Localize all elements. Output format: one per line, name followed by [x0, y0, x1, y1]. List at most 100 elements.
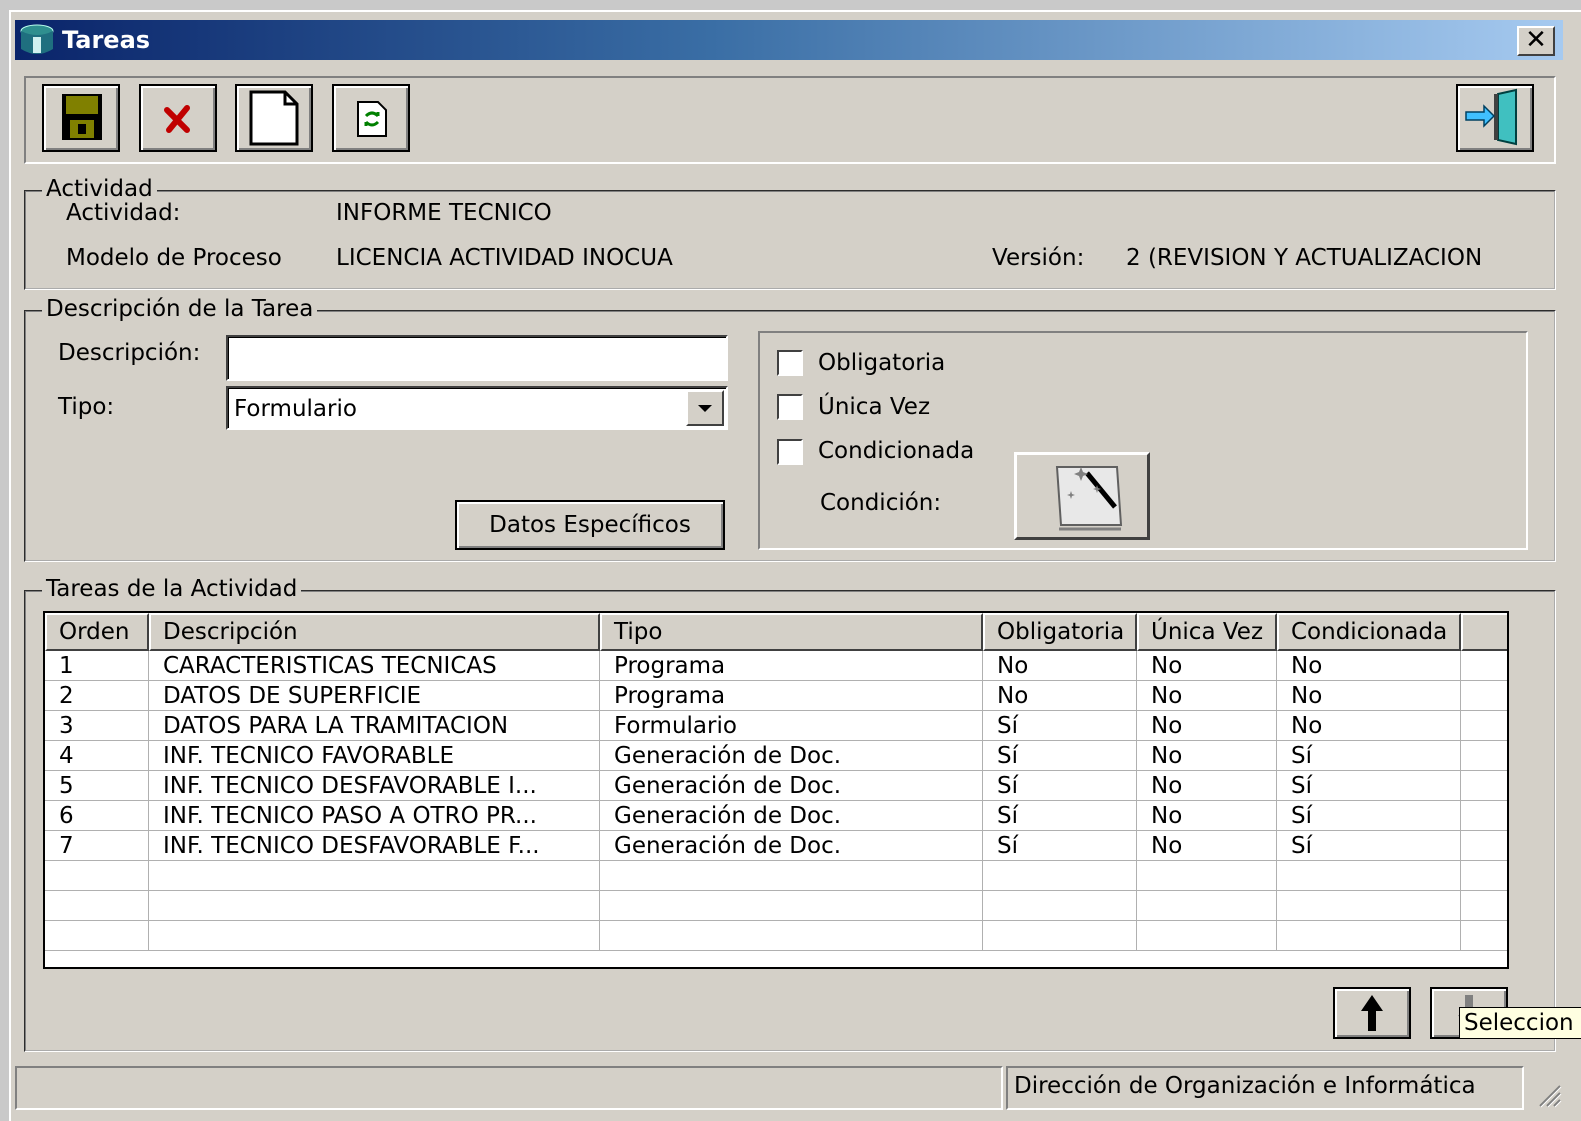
- cell-obligatoria: [983, 861, 1137, 891]
- cell-tipo: Formulario: [600, 711, 983, 741]
- cell-filler: [1461, 681, 1507, 711]
- cell-orden: [45, 891, 149, 921]
- move-up-button[interactable]: [1333, 987, 1411, 1039]
- cell-orden: 1: [45, 651, 149, 681]
- col-header-tipo[interactable]: Tipo: [600, 613, 983, 651]
- cell-tipo: [600, 891, 983, 921]
- cell-descripcion: [149, 861, 600, 891]
- cell-condicionada: [1277, 861, 1461, 891]
- cell-unica-vez: No: [1137, 801, 1277, 831]
- cell-descripcion: [149, 891, 600, 921]
- cell-tipo: [600, 921, 983, 951]
- cell-condicionada: No: [1277, 681, 1461, 711]
- version-label: Versión:: [992, 245, 1085, 271]
- cell-descripcion: INF. TECNICO FAVORABLE: [149, 741, 600, 771]
- tipo-label: Tipo:: [58, 394, 115, 420]
- status-right: Dirección de Organización e Informática: [1006, 1066, 1524, 1110]
- col-header-condicionada[interactable]: Condicionada: [1277, 613, 1461, 651]
- exit-door-icon: [1465, 88, 1517, 146]
- cell-tipo: Programa: [600, 651, 983, 681]
- cell-orden: 5: [45, 771, 149, 801]
- new-button[interactable]: [235, 84, 313, 152]
- save-button[interactable]: [42, 84, 120, 152]
- condicion-label: Condición:: [820, 490, 942, 516]
- cell-obligatoria: [983, 921, 1137, 951]
- cell-tipo: Generación de Doc.: [600, 801, 983, 831]
- cell-unica-vez: [1137, 891, 1277, 921]
- cell-unica-vez: No: [1137, 651, 1277, 681]
- condicion-button[interactable]: [1014, 452, 1150, 540]
- condicionada-label: Condicionada: [818, 438, 975, 464]
- cell-obligatoria: [983, 891, 1137, 921]
- cell-obligatoria: Sí: [983, 771, 1137, 801]
- cell-unica-vez: No: [1137, 711, 1277, 741]
- datos-especificos-button[interactable]: Datos Específicos: [455, 500, 725, 550]
- cell-filler: [1461, 921, 1507, 951]
- col-header-orden[interactable]: Orden: [45, 613, 149, 651]
- tareas-legend: Tareas de la Actividad: [42, 576, 302, 602]
- refresh-icon: [357, 101, 387, 137]
- tareas-table[interactable]: Orden Descripción Tipo Obligatoria Única…: [43, 611, 1509, 969]
- unica-vez-label: Única Vez: [818, 394, 931, 420]
- cell-unica-vez: [1137, 921, 1277, 951]
- chevron-down-icon: [698, 405, 712, 412]
- title-bar[interactable]: [15, 20, 1563, 60]
- col-header-unica-vez[interactable]: Única Vez: [1137, 613, 1277, 651]
- cell-tipo: [600, 861, 983, 891]
- cell-filler: [1461, 861, 1507, 891]
- actividad-value: INFORME TECNICO: [336, 200, 552, 226]
- cell-condicionada: No: [1277, 651, 1461, 681]
- cell-filler: [1461, 801, 1507, 831]
- cell-descripcion: DATOS DE SUPERFICIE: [149, 681, 600, 711]
- cell-descripcion: [149, 921, 600, 951]
- arrow-up-icon: [1361, 995, 1383, 1031]
- cell-descripcion: INF. TECNICO PASO A OTRO PR...: [149, 801, 600, 831]
- obligatoria-label: Obligatoria: [818, 350, 946, 376]
- cell-obligatoria: Sí: [983, 801, 1137, 831]
- cell-descripcion: CARACTERISTICAS TECNICAS: [149, 651, 600, 681]
- cell-descripcion: DATOS PARA LA TRAMITACION: [149, 711, 600, 741]
- cell-orden: 6: [45, 801, 149, 831]
- exit-button[interactable]: [1456, 84, 1534, 152]
- cell-condicionada: Sí: [1277, 831, 1461, 861]
- cell-unica-vez: No: [1137, 831, 1277, 861]
- cell-unica-vez: No: [1137, 771, 1277, 801]
- window-title: Tareas: [62, 26, 151, 54]
- magic-wand-icon: [1055, 466, 1123, 531]
- cell-filler: [1461, 831, 1507, 861]
- cell-descripcion: INF. TECNICO DESFAVORABLE F...: [149, 831, 600, 861]
- delete-button[interactable]: [139, 84, 217, 152]
- obligatoria-checkbox[interactable]: [777, 350, 803, 376]
- cell-condicionada: Sí: [1277, 771, 1461, 801]
- tipo-selected-value: Formulario: [234, 396, 357, 422]
- cell-orden: 3: [45, 711, 149, 741]
- cell-condicionada: Sí: [1277, 801, 1461, 831]
- cell-obligatoria: No: [983, 681, 1137, 711]
- cell-tipo: Generación de Doc.: [600, 771, 983, 801]
- new-document-icon: [249, 90, 299, 146]
- cell-descripcion: INF. TECNICO DESFAVORABLE I...: [149, 771, 600, 801]
- cell-filler: [1461, 771, 1507, 801]
- descripcion-input[interactable]: [226, 335, 728, 381]
- cell-filler: [1461, 891, 1507, 921]
- cell-filler: [1461, 711, 1507, 741]
- tipo-dropdown-button[interactable]: [686, 390, 724, 426]
- cell-orden: 2: [45, 681, 149, 711]
- col-header-obligatoria[interactable]: Obligatoria: [983, 613, 1137, 651]
- cell-unica-vez: No: [1137, 681, 1277, 711]
- cell-condicionada: [1277, 891, 1461, 921]
- condicionada-checkbox[interactable]: [777, 439, 803, 465]
- refresh-button[interactable]: [332, 84, 410, 152]
- tooltip: Seleccion: [1459, 1007, 1581, 1039]
- cell-tipo: Programa: [600, 681, 983, 711]
- tipo-select[interactable]: Formulario: [226, 386, 728, 430]
- cell-obligatoria: Sí: [983, 711, 1137, 741]
- resize-grip-icon[interactable]: [1534, 1080, 1562, 1108]
- cell-orden: 7: [45, 831, 149, 861]
- unica-vez-checkbox[interactable]: [777, 394, 803, 420]
- cell-obligatoria: Sí: [983, 831, 1137, 861]
- save-icon: [62, 94, 102, 140]
- close-button[interactable]: ✕: [1517, 26, 1555, 56]
- col-header-filler: [1461, 613, 1507, 651]
- col-header-descripcion[interactable]: Descripción: [149, 613, 600, 651]
